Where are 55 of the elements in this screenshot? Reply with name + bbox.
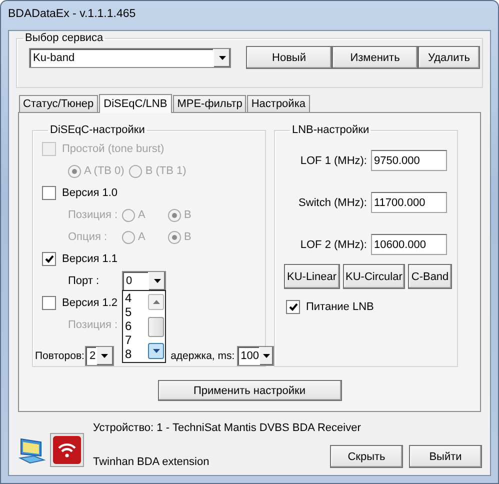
- dropdown[interactable]: 2: [85, 346, 114, 366]
- option-label: Позиция :: [67, 319, 119, 331]
- tab[interactable]: MPE-фильтр: [173, 95, 246, 112]
- list-option[interactable]: 6: [125, 319, 148, 333]
- footer-button[interactable]: Скрыть: [330, 445, 403, 468]
- repeats-label: Повторов:: [35, 350, 84, 362]
- tab[interactable]: DiSEqC/LNB: [98, 94, 172, 113]
- window-title: BDADataEx - v.1.1.1.465: [7, 7, 137, 22]
- list-option[interactable]: 5: [125, 305, 148, 319]
- input-field[interactable]: 11700.000: [371, 192, 447, 213]
- caret-icon: [218, 56, 226, 60]
- port-label: Порт :: [67, 275, 100, 287]
- input-field[interactable]: 10600.000: [371, 234, 447, 255]
- dropdown[interactable]: 100: [236, 346, 274, 366]
- group-label: LNB-настройки: [291, 124, 370, 136]
- checkbox[interactable]: Версия 1.2: [42, 296, 118, 310]
- tab[interactable]: Статус/Тюнер: [19, 95, 98, 112]
- group-label: DiSEqC-настройки: [49, 124, 146, 136]
- extension-label: Twinhan BDA extension: [93, 456, 210, 468]
- checkbox[interactable]: Питание LNB: [286, 300, 457, 314]
- checkbox[interactable]: Версия 1.0: [42, 186, 118, 200]
- list-option[interactable]: 7: [125, 333, 148, 347]
- scroll-thumb[interactable]: [148, 316, 164, 336]
- footer-button[interactable]: Выйти: [409, 445, 482, 468]
- preset-button[interactable]: KU-Linear: [284, 264, 340, 289]
- tab[interactable]: Настройка: [247, 95, 310, 112]
- check-icon: [288, 302, 298, 312]
- list-option[interactable]: 8: [125, 347, 148, 361]
- service-button[interactable]: Новый: [246, 46, 332, 69]
- dropdown[interactable]: Ku-band: [29, 48, 231, 68]
- device-status: Устройство: 1 - TechniSat Mantis DVBS BDA Receiver: [93, 422, 362, 434]
- service-button[interactable]: Удалить: [418, 46, 480, 69]
- field-label: LOF 1 (MHz):: [299, 154, 367, 166]
- preset-button[interactable]: C-Band: [408, 264, 452, 289]
- scrollbar[interactable]: [148, 291, 165, 362]
- checkbox[interactable]: Версия 1.1: [42, 252, 118, 266]
- check-icon: [44, 254, 54, 264]
- field-label: LOF 2 (MHz):: [299, 238, 367, 250]
- group-label: Выбор сервиса: [24, 32, 104, 44]
- service-button[interactable]: Изменить: [332, 46, 418, 69]
- input-field[interactable]: 9750.000: [371, 150, 447, 171]
- scroll-up-icon[interactable]: [152, 300, 160, 304]
- apply-button[interactable]: Применить настройки: [158, 380, 342, 401]
- computer-icon: [17, 436, 47, 466]
- option-label: Позиция :: [67, 209, 119, 221]
- preset-button[interactable]: KU-Circular: [342, 264, 406, 289]
- option-label: Опция :: [67, 231, 108, 243]
- caret-icon: [154, 279, 160, 283]
- delay-label: адержка, ms:: [170, 350, 235, 362]
- scroll-down-icon[interactable]: [152, 349, 160, 353]
- wifi-icon: [50, 433, 84, 467]
- field-label: Switch (MHz):: [298, 196, 367, 208]
- caret-icon: [101, 354, 108, 358]
- list-option[interactable]: 4: [125, 291, 148, 305]
- caret-icon: [262, 354, 270, 358]
